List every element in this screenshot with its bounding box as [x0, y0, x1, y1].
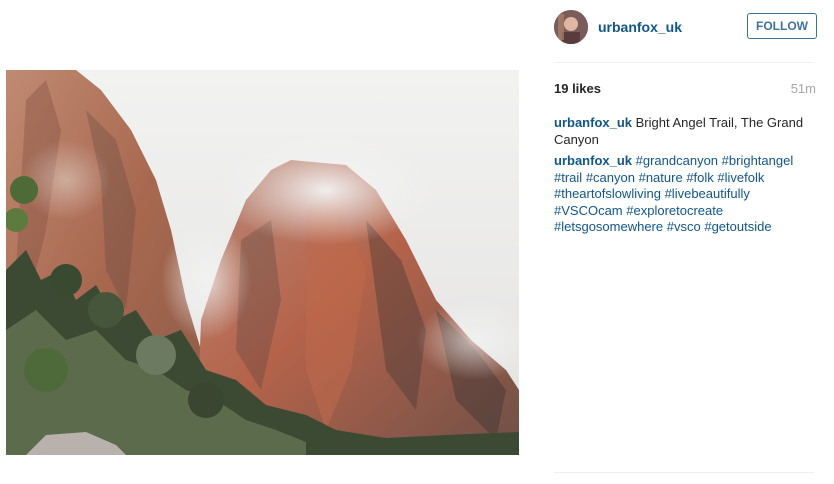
hashtag-link[interactable]: #nature [639, 170, 683, 185]
hashtag-link[interactable]: #VSCOcam [554, 203, 623, 218]
canyon-photo-image [6, 70, 519, 455]
hashtag-link[interactable]: #letsgosomewhere [554, 219, 663, 234]
hashtag-link[interactable]: #grandcanyon [636, 153, 718, 168]
post-caption: urbanfox_uk Bright Angel Trail, The Gran… [554, 114, 816, 148]
avatar[interactable] [554, 10, 588, 44]
hashtag-link[interactable]: #livebeautifully [665, 186, 750, 201]
hashtag-link[interactable]: #vsco [667, 219, 701, 234]
post-time[interactable]: 51m [791, 81, 816, 96]
follow-button[interactable]: FOLLOW [747, 13, 817, 39]
likes-count[interactable]: 19 likes [554, 81, 601, 96]
hashtag-link[interactable]: #trail [554, 170, 582, 185]
caption-username-link[interactable]: urbanfox_uk [554, 115, 632, 130]
header-username-link[interactable]: urbanfox_uk [598, 19, 682, 35]
comment-username-link[interactable]: urbanfox_uk [554, 153, 632, 168]
hashtag-link[interactable]: #livefolk [717, 170, 764, 185]
divider [554, 62, 814, 63]
post-photo[interactable] [6, 70, 519, 455]
hashtag-link[interactable]: #folk [686, 170, 713, 185]
hashtag-link[interactable]: #getoutside [704, 219, 771, 234]
hashtag-comment: urbanfox_uk #grandcanyon #brightangel #t… [554, 153, 816, 236]
hashtag-link[interactable]: #canyon [586, 170, 635, 185]
post-sidebar: urbanfox_uk FOLLOW 19 likes 51m urbanfox… [554, 0, 817, 484]
divider [554, 472, 814, 473]
hashtag-link[interactable]: #theartofslowliving [554, 186, 661, 201]
hashtag-link[interactable]: #exploretocreate [626, 203, 723, 218]
hashtag-link[interactable]: #brightangel [722, 153, 794, 168]
post-header: urbanfox_uk FOLLOW [554, 10, 817, 46]
